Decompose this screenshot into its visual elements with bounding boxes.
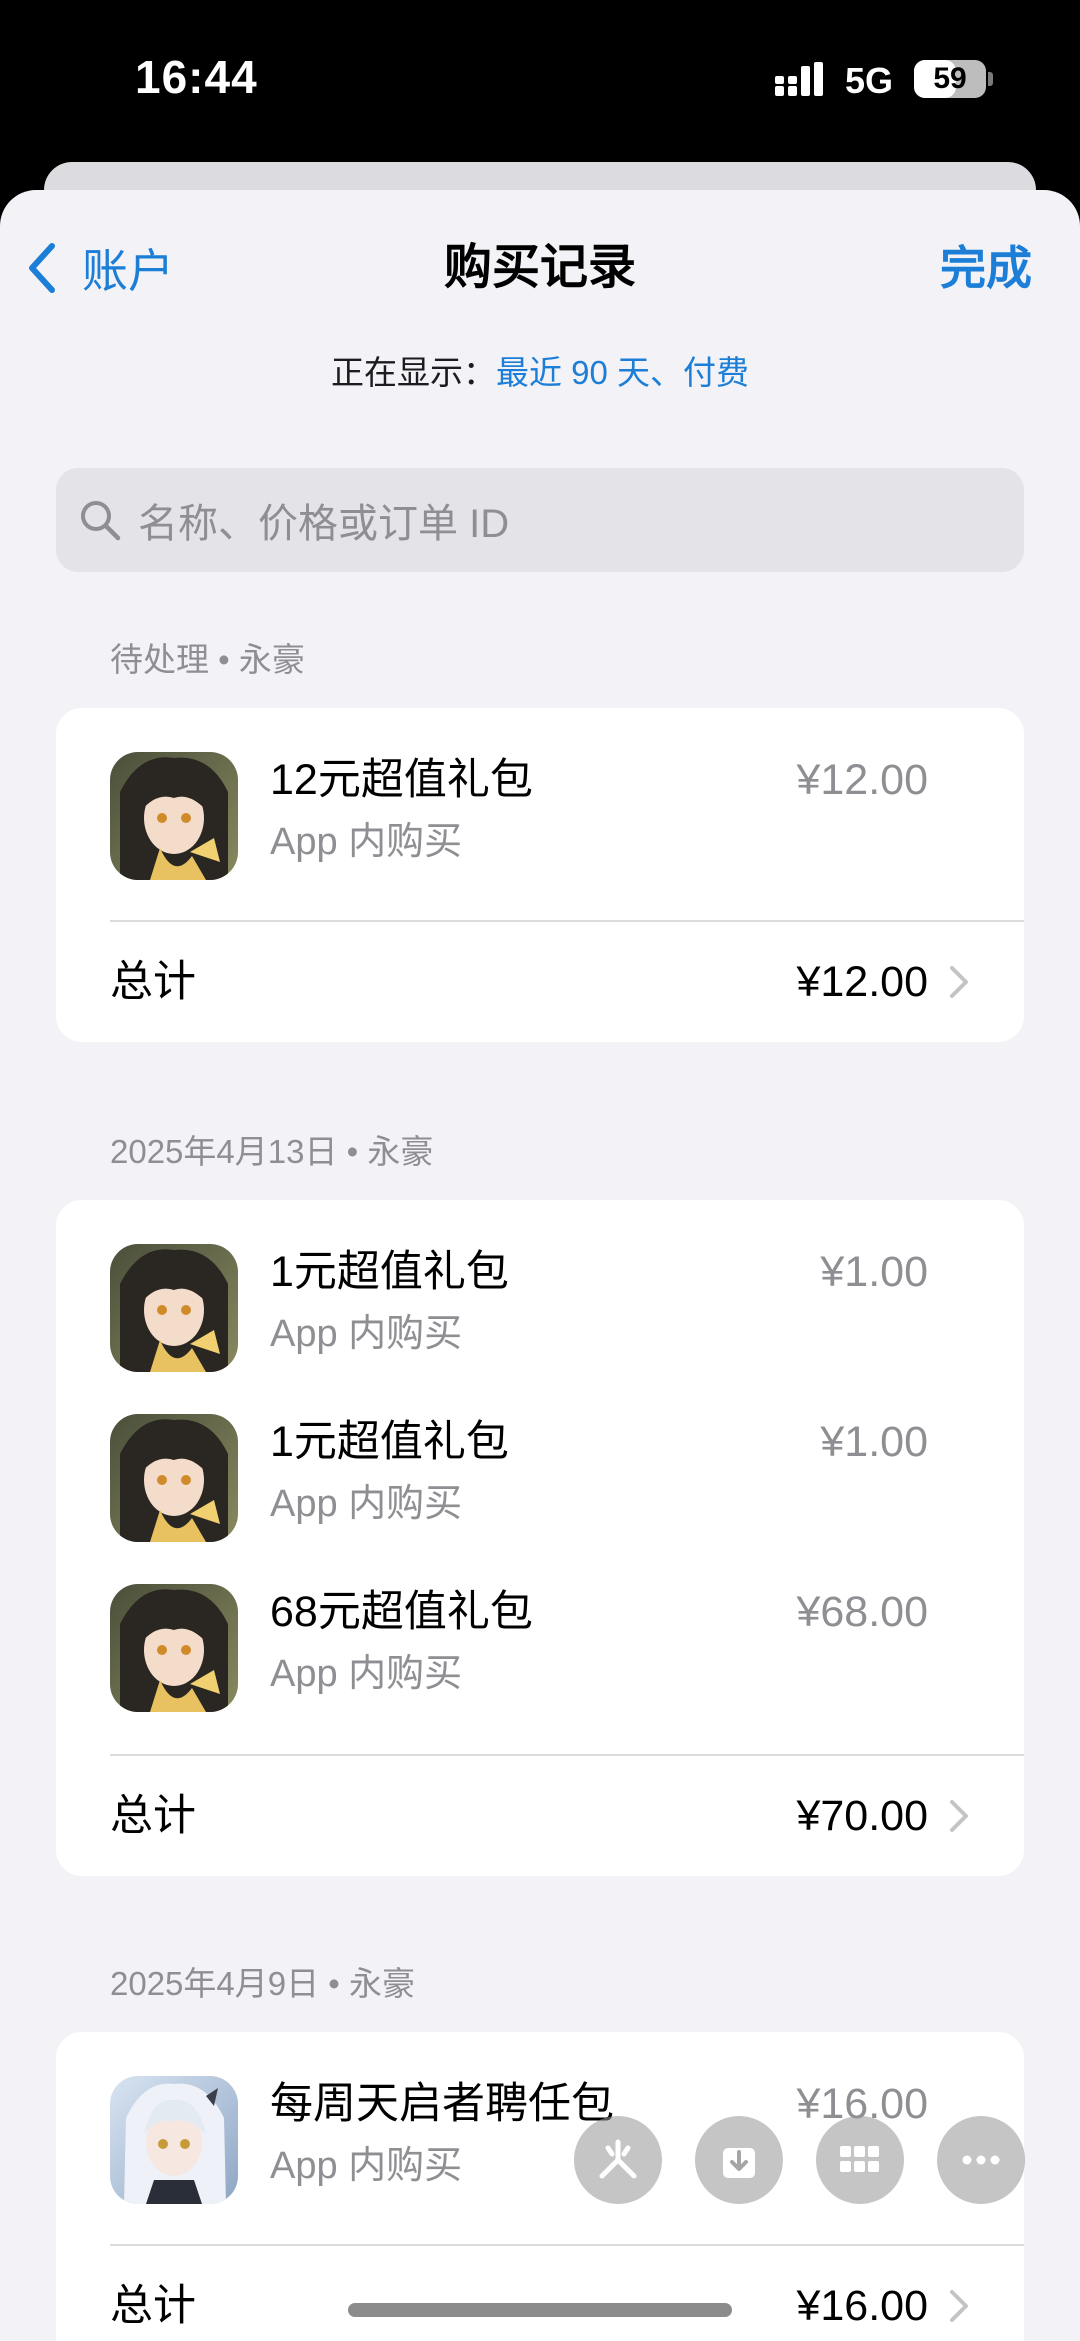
battery-tip <box>988 72 993 86</box>
total-label: 总计 <box>110 1792 196 1840</box>
item-price: ¥12.00 <box>796 756 928 804</box>
game-app-icon <box>110 1244 238 1372</box>
game-app-icon <box>110 2076 238 2204</box>
status-time: 16:44 <box>135 51 258 103</box>
grid-icon <box>840 2146 879 2172</box>
chevron-right-icon <box>950 966 968 998</box>
item-title: 每周天启者聘任包 <box>270 2080 614 2128</box>
search-input[interactable]: 名称、价格或订单 ID <box>56 468 1024 572</box>
purchase-item[interactable]: 12元超值礼包 App 内购买 ¥12.00 <box>56 752 1024 922</box>
purchase-item[interactable]: 68元超值礼包 App 内购买 ¥68.00 <box>56 1584 1024 1754</box>
item-title: 12元超值礼包 <box>270 756 533 804</box>
more-icon <box>962 2155 1000 2165</box>
filter-value-link[interactable]: 最近 90 天、付费 <box>496 354 749 391</box>
item-price: ¥1.00 <box>820 1248 928 1296</box>
item-price: ¥1.00 <box>820 1418 928 1466</box>
chevron-right-icon <box>950 2290 968 2322</box>
total-amount: ¥16.00 <box>796 2282 928 2330</box>
purchase-group-card: 12元超值礼包 App 内购买 ¥12.00 总计 ¥12.00 <box>56 708 1024 1042</box>
more-button[interactable] <box>937 2116 1025 2204</box>
total-row[interactable]: 总计 ¥16.00 <box>56 2246 1024 2341</box>
section-header: 2025年4月9日 • 永豪 <box>110 1965 416 2002</box>
game-app-icon <box>110 1584 238 1712</box>
total-amount: ¥70.00 <box>796 1792 928 1840</box>
item-price: ¥68.00 <box>796 1588 928 1636</box>
download-icon <box>723 2148 755 2178</box>
battery-percentage: 59 <box>933 62 967 95</box>
total-row[interactable]: 总计 ¥12.00 <box>56 922 1024 1042</box>
item-title: 1元超值礼包 <box>270 1418 509 1466</box>
navigation-bar: 账户 购买记录 完成 <box>0 190 1080 340</box>
status-bar: 16:44 5G 59 <box>0 0 1080 160</box>
item-subtitle: App 内购买 <box>270 2145 463 2187</box>
total-label: 总计 <box>110 958 196 1006</box>
item-subtitle: App 内购买 <box>270 1313 463 1355</box>
total-label: 总计 <box>110 2282 196 2330</box>
section-header: 待处理 • 永豪 <box>110 641 305 678</box>
sparkle-button[interactable] <box>574 2116 662 2204</box>
done-button[interactable]: 完成 <box>940 238 1032 298</box>
game-app-icon <box>110 1414 238 1542</box>
filter-summary: 正在显示：最近 90 天、付费 <box>0 350 1080 396</box>
sparkle-icon <box>599 2139 637 2179</box>
filter-prefix: 正在显示： <box>330 354 496 391</box>
total-row[interactable]: 总计 ¥70.00 <box>56 1756 1024 1876</box>
purchase-item[interactable]: 1元超值礼包 App 内购买 ¥1.00 <box>56 1414 1024 1584</box>
purchase-group-card: 1元超值礼包 App 内购买 ¥1.00 1元超值礼包 App 内购买 ¥1.0… <box>56 1200 1024 1876</box>
home-indicator[interactable] <box>348 2303 732 2317</box>
page-title: 购买记录 <box>443 241 636 294</box>
section-header: 2025年4月13日 • 永豪 <box>110 1133 434 1170</box>
cellular-signal-icon <box>775 62 823 96</box>
purchase-item[interactable]: 1元超值礼包 App 内购买 ¥1.00 <box>56 1244 1024 1414</box>
item-title: 1元超值礼包 <box>270 1248 509 1296</box>
item-subtitle: App 内购买 <box>270 1653 463 1695</box>
search-icon <box>81 501 121 541</box>
purchase-history-sheet: 账户 购买记录 完成 正在显示：最近 90 天、付费 名称、价格或订单 ID 待… <box>0 190 1080 2341</box>
item-subtitle: App 内购买 <box>270 1483 463 1525</box>
grid-button[interactable] <box>816 2116 904 2204</box>
search-placeholder: 名称、价格或订单 ID <box>138 502 510 546</box>
game-app-icon <box>110 752 238 880</box>
item-title: 68元超值礼包 <box>270 1588 533 1636</box>
battery-icon: 59 <box>914 60 986 98</box>
chevron-right-icon <box>950 1800 968 1832</box>
total-amount: ¥12.00 <box>796 958 928 1006</box>
download-button[interactable] <box>695 2116 783 2204</box>
item-subtitle: App 内购买 <box>270 821 463 863</box>
network-type: 5G <box>845 60 894 101</box>
